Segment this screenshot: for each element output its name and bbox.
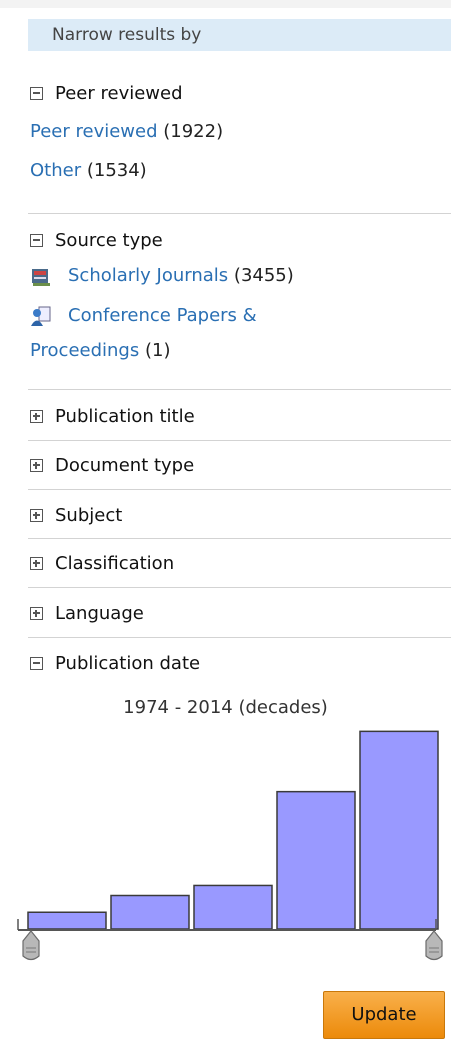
- expand-icon: [30, 607, 43, 620]
- expand-icon: [30, 509, 43, 522]
- conference-papers-icon: [31, 306, 51, 326]
- peer-reviewed-option[interactable]: Peer reviewed (1922): [30, 120, 223, 144]
- facet-language-toggle[interactable]: Language: [30, 603, 144, 624]
- histogram-bar-2004[interactable]: [276, 790, 356, 930]
- conference-papers-option-cont[interactable]: Proceedings (1): [30, 339, 170, 363]
- facet-language-title: Language: [55, 603, 144, 624]
- journal-icon: [32, 269, 50, 286]
- peer-reviewed-count: (1922): [163, 121, 224, 142]
- range-start-handle[interactable]: [22, 930, 40, 961]
- collapse-icon: [30, 657, 43, 670]
- collapse-icon: [30, 234, 43, 247]
- scholarly-journals-option[interactable]: Scholarly Journals (3455): [68, 264, 294, 288]
- expand-icon: [30, 557, 43, 570]
- expand-icon: [30, 459, 43, 472]
- facet-source-type-toggle[interactable]: Source type: [30, 230, 163, 251]
- histogram-bar-2014[interactable]: [359, 730, 439, 930]
- other-count: (1534): [86, 160, 147, 181]
- facet-peer-reviewed-toggle[interactable]: Peer reviewed: [30, 83, 183, 104]
- facet-document-type-title: Document type: [55, 455, 195, 476]
- facet-document-type-toggle[interactable]: Document type: [30, 455, 194, 476]
- divider: [28, 213, 451, 214]
- facet-classification-toggle[interactable]: Classification: [30, 553, 174, 574]
- date-range-label: 1974 - 2014 (decades): [123, 697, 328, 718]
- conference-papers-count: (1): [144, 340, 171, 361]
- publication-date-histogram[interactable]: [0, 720, 451, 970]
- proceedings-link[interactable]: Proceedings: [30, 340, 139, 361]
- facet-peer-reviewed-title: Peer reviewed: [55, 83, 183, 104]
- expand-icon: [30, 410, 43, 423]
- facet-classification-title: Classification: [55, 553, 175, 574]
- update-button[interactable]: Update: [323, 991, 445, 1039]
- conference-papers-link[interactable]: Conference Papers &: [68, 305, 257, 326]
- divider: [28, 389, 451, 390]
- divider: [28, 538, 451, 539]
- facet-publication-date-toggle[interactable]: Publication date: [30, 653, 200, 674]
- peer-reviewed-link[interactable]: Peer reviewed: [30, 121, 158, 142]
- facet-source-type-title: Source type: [55, 230, 163, 251]
- conference-papers-option[interactable]: Conference Papers &: [68, 304, 257, 328]
- top-band: [0, 0, 451, 8]
- facet-publication-title-title: Publication title: [55, 406, 195, 427]
- scholarly-journals-count: (3455): [233, 265, 294, 286]
- histogram-bar-1974[interactable]: [27, 911, 107, 930]
- facet-subject-title: Subject: [55, 505, 123, 526]
- facet-publication-title-toggle[interactable]: Publication title: [30, 406, 195, 427]
- histogram-bar-1984[interactable]: [110, 894, 190, 930]
- range-end-handle[interactable]: [425, 930, 443, 961]
- facet-publication-date-title: Publication date: [55, 653, 201, 674]
- other-link[interactable]: Other: [30, 160, 81, 181]
- narrow-results-header: Narrow results by: [28, 19, 451, 51]
- divider: [28, 587, 451, 588]
- histogram-bar-1994[interactable]: [193, 884, 273, 930]
- facet-subject-toggle[interactable]: Subject: [30, 505, 122, 526]
- divider: [28, 440, 451, 441]
- other-option[interactable]: Other (1534): [30, 159, 147, 183]
- divider: [28, 489, 451, 490]
- collapse-icon: [30, 87, 43, 100]
- scholarly-journals-link[interactable]: Scholarly Journals: [68, 265, 228, 286]
- divider: [28, 637, 451, 638]
